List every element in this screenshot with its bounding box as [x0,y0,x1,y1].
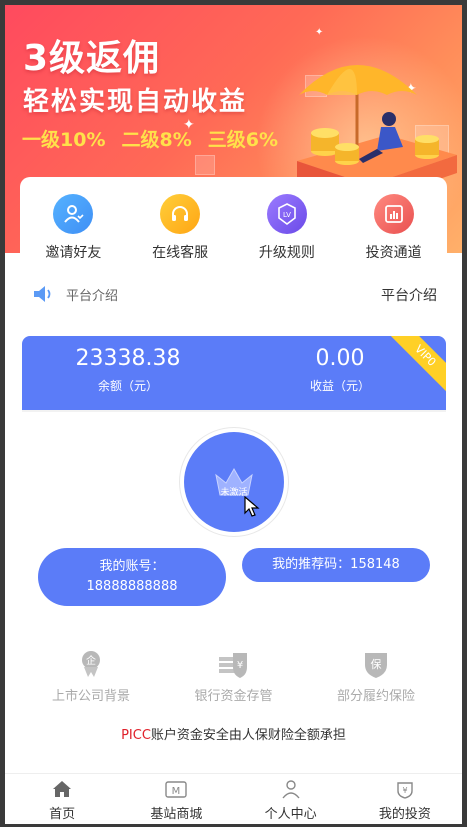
banner-title: 3级返佣 [23,38,161,79]
balance-label: 余额（元） [97,379,158,393]
balance-card: 23338.38 余额（元） 0.00 收益（元） VIP0 [22,336,446,410]
app-screen: ✦ ✦ ✦ 3级返佣 轻松实现自动收益 一级10% 二级8% 三级6% 邀请好友… [5,5,462,824]
guarantee-message: 账户资金安全由人保财险全额承担 [150,728,346,743]
tab-my-investment[interactable]: ¥ 我的投资 [348,774,462,824]
headset-icon [160,194,201,234]
divider [22,410,446,412]
rate-level-1: 一级10% [22,129,106,151]
tab-label: 我的投资 [378,807,431,822]
user-icon [282,780,300,799]
commission-rates: 一级10% 二级8% 三级6% [22,125,278,152]
tab-label: 首页 [49,807,76,822]
notice-bar: 平台介绍 平台介绍 [20,277,447,311]
listed-company-icon: 企 [82,651,100,677]
level-circle[interactable]: 未激活 [179,427,289,537]
picc-brand: PICC [121,728,151,743]
feature-insurance: 保 部分履约保险 [305,649,447,709]
feature-label: 上市公司背景 [51,689,130,704]
menu-label: 升级规则 [258,245,315,261]
feature-label: 银行资金存管 [194,689,273,704]
menu-label: 邀请好友 [45,245,102,261]
tab-label: 基站商城 [150,807,203,822]
speaker-icon [34,286,51,302]
account-label: 我的账号： [99,559,165,574]
balance-column: 23338.38 余额（元） [22,346,234,394]
menu-invest-channel[interactable]: 投资通道 [349,194,439,262]
wallet-icon: ¥ [397,782,413,799]
referral-code-pill[interactable]: 我的推荐码：158148 [242,548,430,582]
store-icon: M [165,781,188,798]
guarantee-text: PICC账户资金安全由人保财险全额承担 [5,724,462,743]
trust-features: 企 上市公司背景 ¥ 银行资金存管 保 部分履约保险 [20,649,447,709]
banner-subtitle: 轻松实现自动收益 [23,87,248,117]
menu-label: 投资通道 [365,245,422,261]
chart-icon [373,194,414,234]
svg-text:M: M [172,786,181,797]
menu-label: 在线客服 [152,245,209,261]
notice-text: 平台介绍 [66,288,119,304]
tab-store[interactable]: M 基站商城 [119,774,233,824]
svg-text:¥: ¥ [402,786,407,795]
bank-deposit-icon: ¥ [218,653,247,678]
tab-home[interactable]: 首页 [5,774,119,824]
crown-label: 未激活 [220,488,248,498]
income-label: 收益（元） [309,379,370,393]
decor-cube [195,155,215,175]
menu-online-service[interactable]: 在线客服 [135,194,225,262]
level-badge-icon: LV [266,194,307,234]
svg-text:企: 企 [86,654,96,667]
account-pill[interactable]: 我的账号： 18888888888 [38,548,226,606]
bottom-tab-bar: 首页 M 基站商城 个人中心 ¥ 我的投资 [5,773,462,824]
svg-text:¥: ¥ [236,660,242,671]
home-icon [53,781,72,797]
level-circle-inner: 未激活 [184,432,284,532]
menu-upgrade-rules[interactable]: LV 升级规则 [242,194,332,262]
sparkle-icon: ✦ [315,27,324,38]
quick-menu: 邀请好友 在线客服 LV 升级规则 投资通道 [20,177,447,267]
platform-intro-link[interactable]: 平台介绍 [381,285,437,305]
rate-level-2: 二级8% [121,129,192,151]
menu-invite-friends[interactable]: 邀请好友 [28,194,118,262]
invite-user-icon [53,194,94,234]
mouse-cursor-icon [244,496,260,517]
insurance-shield-icon: 保 [365,653,387,678]
feature-listed-company: 企 上市公司背景 [20,649,162,709]
rate-level-3: 三级6% [207,129,279,151]
balance-amount: 23338.38 [75,346,181,371]
feature-bank-deposit: ¥ 银行资金存管 [163,649,305,709]
svg-text:保: 保 [371,657,382,671]
account-number: 18888888888 [86,579,178,594]
tab-label: 个人中心 [264,807,317,822]
tab-profile[interactable]: 个人中心 [234,774,348,824]
svg-text:LV: LV [283,211,291,219]
feature-label: 部分履约保险 [336,689,415,704]
